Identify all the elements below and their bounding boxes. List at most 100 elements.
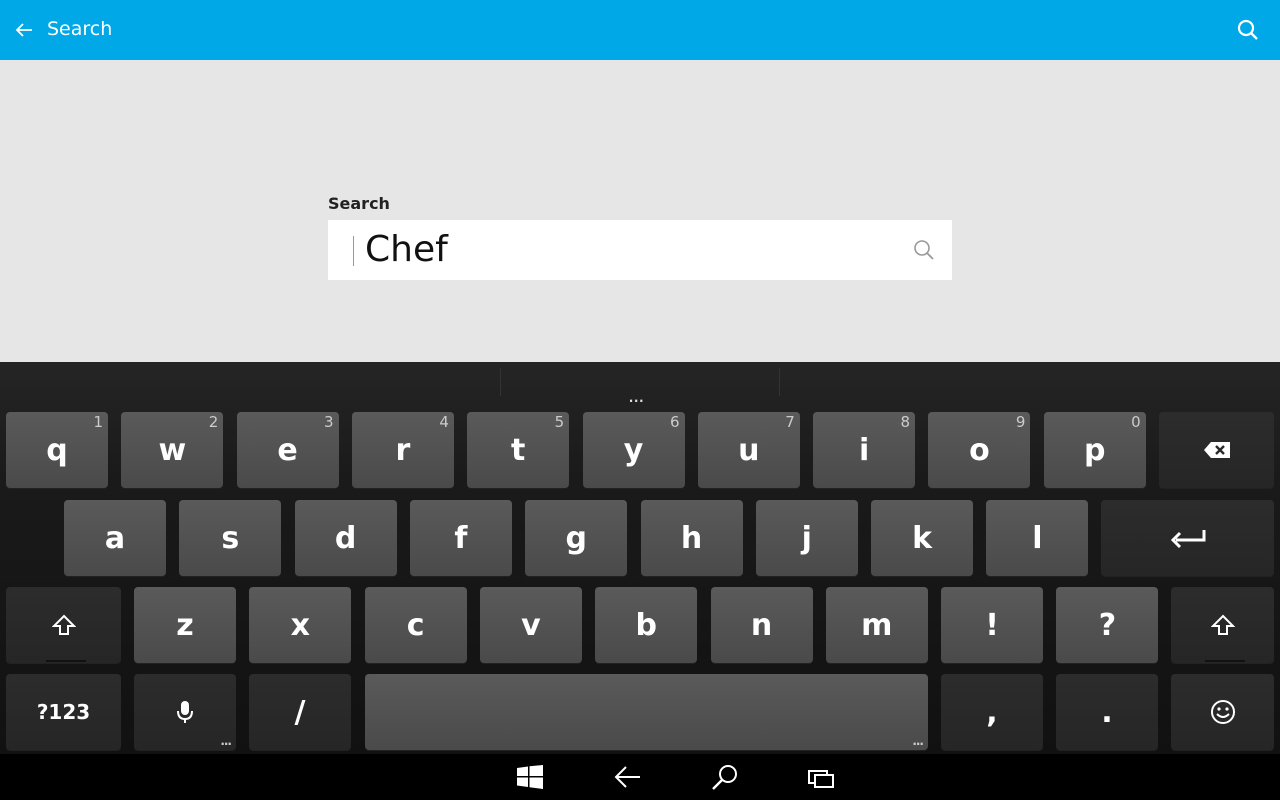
system-back-button[interactable]	[611, 761, 643, 793]
back-button[interactable]	[8, 14, 40, 46]
key-label: z	[176, 607, 194, 643]
key-o[interactable]: o9	[928, 412, 1031, 488]
shift-indicator	[46, 660, 86, 662]
symbols-key-label: ?123	[36, 700, 91, 724]
key-label: ?	[1098, 607, 1117, 643]
key-x[interactable]: x	[249, 587, 352, 663]
key-t[interactable]: t5	[467, 412, 570, 488]
system-search-button[interactable]	[709, 761, 741, 793]
key-number-hint: 0	[1131, 413, 1141, 431]
key-label: m	[861, 607, 893, 643]
shift-icon	[1210, 614, 1235, 635]
app-bar: Search	[0, 0, 1280, 60]
key-g[interactable]: g	[525, 500, 628, 576]
key-label: p	[1083, 432, 1106, 468]
key-f[interactable]: f	[409, 500, 512, 576]
key-number-hint: 1	[93, 413, 103, 431]
on-screen-keyboard: ... ?123 ... / ... , . q 1 w 2 e 3 r 4 t…	[0, 362, 1280, 754]
key-b[interactable]: b	[595, 587, 698, 663]
key-label: j	[801, 520, 812, 556]
key-label: a	[104, 520, 126, 556]
key-v[interactable]: v	[479, 587, 582, 663]
shift-icon	[51, 614, 76, 635]
key-n[interactable]: n	[710, 587, 813, 663]
comma-key[interactable]: ,	[941, 674, 1043, 750]
shift-key-right[interactable]	[1171, 587, 1274, 663]
key-label: g	[565, 520, 587, 556]
key-label: b	[635, 607, 657, 643]
key-number-hint: 5	[554, 413, 565, 431]
key-label: q	[46, 432, 68, 468]
backspace-key[interactable]	[1159, 412, 1274, 488]
key-s[interactable]: s	[179, 500, 282, 576]
page-title: Search	[47, 18, 113, 40]
key-label: c	[406, 607, 425, 643]
more-options-marker: ...	[912, 734, 924, 748]
key-label: f	[454, 520, 468, 556]
key-p[interactable]: p0	[1043, 412, 1146, 488]
period-key[interactable]: .	[1056, 674, 1158, 750]
key-e[interactable]: e3	[236, 412, 339, 488]
key-q[interactable]: q1	[6, 412, 108, 488]
enter-icon	[1170, 530, 1205, 548]
key-r[interactable]: r4	[351, 412, 454, 488]
key-l[interactable]: l	[986, 500, 1089, 576]
microphone-key[interactable]: ...	[134, 674, 236, 750]
key-number-hint: 4	[439, 413, 449, 431]
key-a[interactable]: a	[64, 500, 166, 576]
search-icon	[1237, 19, 1258, 40]
suggestion-divider	[779, 368, 780, 396]
key-label: l	[1032, 520, 1043, 556]
key-y[interactable]: y6	[582, 412, 685, 488]
slash-key-label: /	[294, 694, 306, 730]
search-icon	[914, 240, 934, 260]
key-d[interactable]: d	[294, 500, 397, 576]
key-label: v	[521, 607, 541, 643]
key-label: e	[277, 432, 298, 468]
key-i[interactable]: i8	[813, 412, 916, 488]
shift-indicator	[1205, 660, 1245, 662]
task-view-button[interactable]	[805, 761, 837, 793]
key-w[interactable]: w2	[121, 412, 224, 488]
key-h[interactable]: h	[640, 500, 743, 576]
microphone-icon	[177, 701, 193, 723]
windows-start-icon	[517, 765, 543, 789]
emoji-key[interactable]	[1171, 674, 1274, 750]
key-label: !	[985, 607, 999, 643]
key-label: x	[290, 607, 310, 643]
key-u[interactable]: u7	[697, 412, 800, 488]
content-area: Search Chef	[0, 60, 1280, 362]
key-k[interactable]: k	[871, 500, 974, 576]
search-input[interactable]: Chef	[328, 220, 952, 280]
key-number-hint: 2	[208, 413, 219, 431]
key-number-hint: 8	[900, 413, 911, 431]
header-search-button[interactable]	[1232, 14, 1264, 46]
more-options-marker: ...	[220, 734, 232, 748]
system-navigation-bar	[0, 754, 1280, 800]
key-label: t	[511, 432, 526, 468]
slash-key[interactable]: /	[249, 674, 351, 750]
key-c[interactable]: c	[364, 587, 467, 663]
start-button[interactable]	[514, 761, 546, 793]
key-number-hint: 3	[324, 413, 334, 431]
comma-key-label: ,	[986, 694, 998, 730]
task-view-icon	[808, 770, 834, 788]
suggestion-divider	[500, 368, 501, 396]
suggestion-strip: ...	[0, 362, 1280, 408]
key-z[interactable]: z	[134, 587, 236, 663]
key-label: u	[738, 432, 760, 468]
search-submit-button[interactable]	[910, 236, 938, 264]
more-suggestions-button[interactable]: ...	[628, 382, 644, 408]
shift-key-left[interactable]	[6, 587, 121, 663]
enter-key[interactable]	[1101, 500, 1274, 576]
key-label: i	[858, 432, 870, 468]
key-m[interactable]: m	[825, 587, 928, 663]
key-number-hint: 6	[669, 413, 680, 431]
symbols-key[interactable]: ?123	[6, 674, 121, 750]
key-j[interactable]: j	[755, 500, 858, 576]
search-label: Search	[328, 194, 390, 213]
key-question[interactable]: ?	[1056, 587, 1159, 663]
key-label: y	[623, 432, 644, 468]
key-exclamation[interactable]: !	[941, 587, 1044, 663]
space-key[interactable]: ...	[365, 674, 928, 750]
